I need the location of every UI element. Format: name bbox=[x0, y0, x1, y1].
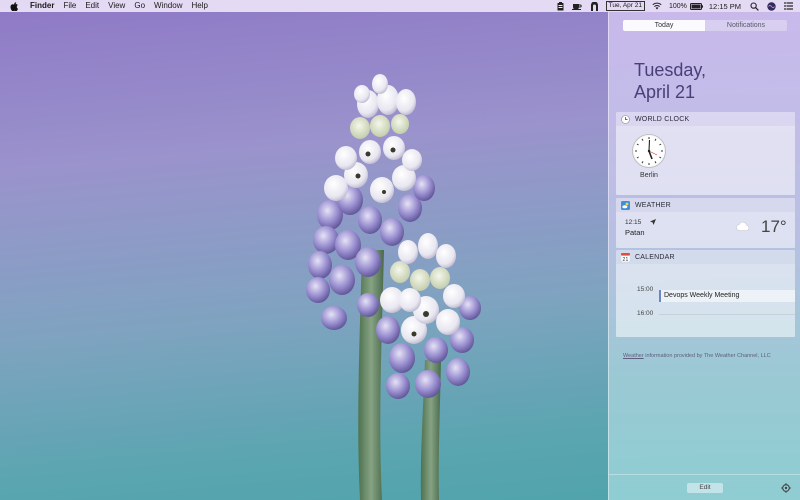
svg-text:21: 21 bbox=[623, 257, 629, 262]
hyacinth-flower-wallpaper bbox=[306, 74, 481, 500]
today-date: Tuesday, April 21 bbox=[634, 59, 706, 103]
weather-attribution-text: information provided by The Weather Chan… bbox=[643, 353, 771, 359]
battery-percent[interactable]: 100% bbox=[669, 3, 687, 10]
calendar-row[interactable]: 15:00 Devops Weekly Meeting bbox=[616, 284, 795, 302]
gear-icon[interactable] bbox=[781, 483, 791, 493]
location-arrow-icon bbox=[650, 219, 656, 225]
weather-local-time: 12:15 bbox=[625, 219, 642, 226]
weather-header[interactable]: WEATHER bbox=[616, 198, 795, 212]
siri-icon[interactable] bbox=[766, 1, 777, 11]
weather-widget: WEATHER 12:15 Patan 17° bbox=[616, 198, 795, 248]
weather-title: WEATHER bbox=[635, 201, 671, 209]
calendar-event[interactable]: Devops Weekly Meeting bbox=[659, 290, 795, 302]
clipboard-icon[interactable] bbox=[555, 1, 566, 11]
weather-temperature: 17° bbox=[761, 217, 787, 236]
menu-edit[interactable]: Edit bbox=[85, 0, 99, 12]
date-badge[interactable]: Tue, Apr 21 bbox=[605, 1, 645, 11]
tab-notifications[interactable]: Notifications bbox=[705, 20, 787, 31]
wifi-icon[interactable] bbox=[652, 1, 663, 11]
today-month-day: April 21 bbox=[634, 82, 696, 102]
calendar-time: 16:00 bbox=[637, 310, 654, 317]
menu-help[interactable]: Help bbox=[191, 0, 207, 12]
menu-window[interactable]: Window bbox=[154, 0, 182, 12]
world-clock-title: WORLD CLOCK bbox=[635, 115, 690, 123]
notification-center-panel: Today Notifications Tuesday, April 21 WO… bbox=[608, 12, 800, 500]
notification-center-tabs: Today Notifications bbox=[623, 20, 787, 31]
today-weekday: Tuesday, bbox=[634, 60, 707, 80]
menu-bar-status-area: Tue, Apr 21 100% 12:15 PM bbox=[555, 0, 800, 12]
notification-center-icon[interactable] bbox=[783, 1, 794, 11]
battery-icon[interactable] bbox=[689, 1, 703, 11]
menu-file[interactable]: File bbox=[63, 0, 76, 12]
world-clock-widget: WORLD CLOCK Berlin bbox=[616, 112, 795, 195]
apple-icon[interactable] bbox=[10, 1, 24, 11]
calendar-time: 15:00 bbox=[637, 286, 654, 293]
weather-app-icon bbox=[621, 200, 630, 210]
world-clock-icon bbox=[621, 114, 630, 124]
calendar-widget: 21 CALENDAR 15:00 Devops Weekly Meeting … bbox=[616, 250, 795, 337]
menu-bar: Finder File Edit View Go Window Help Tue… bbox=[0, 0, 800, 12]
menu-go[interactable]: Go bbox=[134, 0, 145, 12]
menu-app-finder[interactable]: Finder bbox=[30, 0, 54, 12]
weather-body[interactable]: 12:15 Patan 17° bbox=[616, 212, 795, 248]
tab-today[interactable]: Today bbox=[623, 20, 705, 31]
weather-attribution-link[interactable]: Weather bbox=[623, 353, 644, 359]
notification-center-footer: Edit bbox=[609, 474, 800, 500]
analog-clock-icon[interactable] bbox=[632, 134, 666, 168]
world-clock-header[interactable]: WORLD CLOCK bbox=[616, 112, 795, 126]
world-clock-city: Berlin bbox=[640, 172, 658, 179]
weather-city: Patan bbox=[625, 228, 645, 237]
search-icon[interactable] bbox=[749, 1, 760, 11]
calendar-app-icon: 21 bbox=[621, 252, 630, 262]
weather-attribution: Weather information provided by The Weat… bbox=[623, 353, 771, 359]
calendar-title: CALENDAR bbox=[635, 253, 675, 261]
coffee-icon[interactable] bbox=[572, 1, 583, 11]
menu-view[interactable]: View bbox=[108, 0, 125, 12]
calendar-hour-line bbox=[659, 314, 795, 315]
edit-widgets-button[interactable]: Edit bbox=[687, 483, 723, 493]
app-icon[interactable] bbox=[589, 1, 600, 11]
world-clock-body: Berlin bbox=[616, 126, 795, 195]
menu-clock[interactable]: 12:15 PM bbox=[709, 2, 741, 11]
calendar-row: 16:00 bbox=[616, 308, 795, 320]
calendar-header[interactable]: 21 CALENDAR bbox=[616, 250, 795, 264]
cloud-icon bbox=[736, 221, 750, 231]
calendar-body: 15:00 Devops Weekly Meeting 16:00 bbox=[616, 264, 795, 337]
